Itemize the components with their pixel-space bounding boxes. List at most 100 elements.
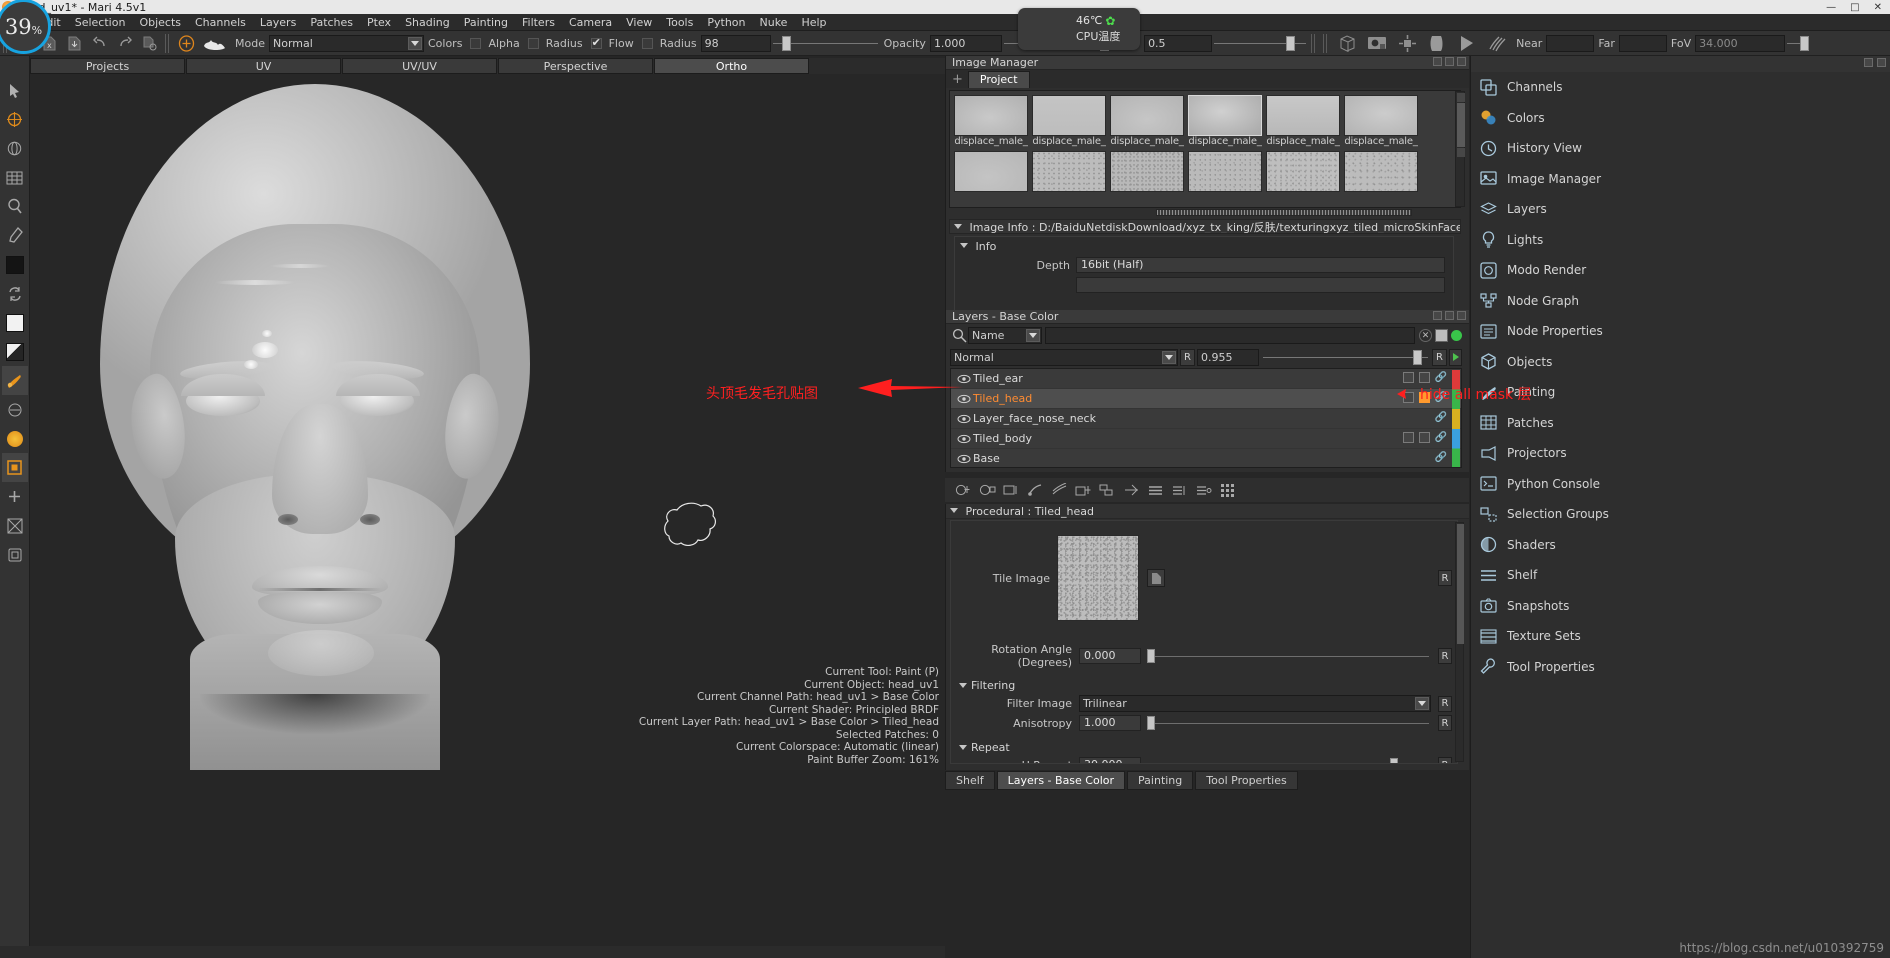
scroll-down-icon[interactable] xyxy=(1457,148,1465,157)
maximize-panel-icon[interactable] xyxy=(1445,311,1454,320)
image-cell-selected[interactable]: displace_male_ xyxy=(1188,95,1262,147)
layer-link-icon[interactable]: 🔗 xyxy=(1435,412,1447,423)
u-repeat-reset[interactable]: R xyxy=(1438,757,1452,763)
scrollbar-thumb[interactable] xyxy=(1457,524,1464,644)
menu-python[interactable]: Python xyxy=(700,14,752,31)
layer-row[interactable]: Tiled_body 🔗 xyxy=(951,429,1461,449)
brush-tip-icon[interactable] xyxy=(200,33,230,54)
layer-blend-mode-dropdown[interactable]: Normal xyxy=(950,348,1178,366)
anisotropy-slider[interactable] xyxy=(1147,715,1429,731)
close-panel-icon[interactable] xyxy=(1457,311,1466,320)
scrollbar-thumb[interactable] xyxy=(1457,103,1465,147)
palette-item-tool-properties[interactable]: Tool Properties xyxy=(1471,652,1890,683)
menu-shading[interactable]: Shading xyxy=(398,14,457,31)
add-group-icon[interactable] xyxy=(1049,480,1070,500)
layer-list-icon[interactable] xyxy=(1145,480,1166,500)
3d-viewport[interactable]: Current Tool: Paint (P) Current Object: … xyxy=(30,74,945,770)
tab-tool-properties[interactable]: Tool Properties xyxy=(1195,771,1298,790)
image-cell[interactable] xyxy=(1110,151,1184,192)
viewport-tab-projects[interactable]: Projects xyxy=(30,58,185,74)
paint-through-icon[interactable] xyxy=(2,395,28,424)
image-cell[interactable]: displace_male_ xyxy=(954,95,1028,147)
image-cell[interactable]: displace_male_ xyxy=(1344,95,1418,147)
layer-name[interactable]: Base xyxy=(973,452,1000,465)
background-swatch[interactable] xyxy=(2,308,28,337)
close-panel-icon[interactable] xyxy=(1877,58,1886,67)
image-cell[interactable]: displace_male_ xyxy=(1266,95,1340,147)
minimize-button[interactable]: — xyxy=(1826,2,1836,13)
tab-shelf[interactable]: Shelf xyxy=(945,771,995,790)
layer-opacity-slider[interactable] xyxy=(1263,349,1428,366)
flow-checkbox[interactable] xyxy=(590,36,602,49)
layer-visibility-icon[interactable] xyxy=(955,414,973,424)
layer-visibility-icon[interactable] xyxy=(955,454,973,464)
light-shade-icon[interactable] xyxy=(1453,33,1481,54)
gradient-swatch[interactable] xyxy=(2,337,28,366)
add-tab-icon[interactable]: + xyxy=(950,72,968,88)
radius-checkbox[interactable] xyxy=(527,37,539,49)
image-cell[interactable] xyxy=(1188,151,1262,192)
palette-item-texture-sets[interactable]: Texture Sets xyxy=(1471,621,1890,652)
transform-layer-icon[interactable] xyxy=(1121,480,1142,500)
toolbar-grip-2[interactable] xyxy=(165,33,171,53)
eyedropper-icon[interactable] xyxy=(2,221,28,250)
anisotropy-input[interactable]: 1.000 xyxy=(1079,715,1141,731)
redo-icon[interactable] xyxy=(113,33,136,54)
u-repeat-input[interactable]: 30.000 xyxy=(1079,757,1141,763)
blend-mode-dropdown[interactable]: Normal xyxy=(268,34,424,52)
image-thumbnail[interactable] xyxy=(1344,95,1418,136)
swap-colors-icon[interactable] xyxy=(2,279,28,308)
flow-slider[interactable] xyxy=(1214,35,1307,52)
layer-list[interactable]: Tiled_ear 🔗 Tiled_head 🔗 Layer_face_nose… xyxy=(950,368,1462,468)
image-thumbnail[interactable] xyxy=(1188,95,1262,136)
palettes-window-buttons[interactable] xyxy=(1864,58,1886,67)
pan-orbit-icon[interactable] xyxy=(2,134,28,163)
layer-link-icon[interactable]: 🔗 xyxy=(1435,432,1447,443)
play-icon[interactable] xyxy=(1449,348,1462,366)
procedural-scrollbar[interactable] xyxy=(1455,522,1464,762)
menu-help[interactable]: Help xyxy=(794,14,833,31)
layers-panel-window-buttons[interactable] xyxy=(1433,311,1466,320)
palette-item-node-graph[interactable]: Node Graph xyxy=(1471,286,1890,317)
palette-item-lights[interactable]: Lights xyxy=(1471,225,1890,256)
fov-input[interactable]: 34.000 xyxy=(1695,34,1786,52)
add-paint-layer-icon[interactable] xyxy=(953,480,974,500)
menu-selection[interactable]: Selection xyxy=(68,14,133,31)
palette-item-channels[interactable]: Channels xyxy=(1471,72,1890,103)
alpha-checkbox[interactable] xyxy=(470,37,482,49)
image-info-header[interactable]: Image Info : D:/BaiduNetdiskDownload/xyz… xyxy=(949,219,1461,234)
add-layer-icon[interactable] xyxy=(2,482,28,511)
viewport-tab-uv-uv[interactable]: UV/UV xyxy=(342,58,497,74)
shaded-icon[interactable] xyxy=(1363,33,1391,54)
image-thumbnail[interactable] xyxy=(1344,151,1418,192)
palette-item-modo-render[interactable]: Modo Render xyxy=(1471,255,1890,286)
menu-view[interactable]: View xyxy=(619,14,659,31)
collapse-triangle-icon[interactable] xyxy=(959,745,967,750)
grid-view-icon[interactable] xyxy=(1217,480,1238,500)
filter-toggle-icon[interactable] xyxy=(1435,329,1448,342)
image-grid-horizontal-scrollbar[interactable] xyxy=(1156,209,1412,216)
maximize-button[interactable]: □ xyxy=(1850,2,1859,13)
image-thumbnail[interactable] xyxy=(1266,95,1340,136)
color-wheel-icon[interactable] xyxy=(2,424,28,453)
chevron-down-icon[interactable] xyxy=(407,36,422,50)
image-thumbnail[interactable] xyxy=(954,151,1028,192)
menu-tools[interactable]: Tools xyxy=(659,14,700,31)
image-cell[interactable] xyxy=(1032,151,1106,192)
maximize-panel-icon[interactable] xyxy=(1445,57,1454,66)
blank-value[interactable] xyxy=(1076,277,1445,293)
radius-input[interactable]: 98 xyxy=(700,34,771,52)
palette-item-layers[interactable]: Layers xyxy=(1471,194,1890,225)
palette-item-history-view[interactable]: History View xyxy=(1471,133,1890,164)
zoom-magnifier-icon[interactable] xyxy=(2,192,28,221)
rotation-angle-input[interactable]: 0.000 xyxy=(1079,648,1141,664)
toolbar-grip-3[interactable] xyxy=(1311,33,1318,53)
palette-item-node-properties[interactable]: Node Properties xyxy=(1471,316,1890,347)
tab-painting[interactable]: Painting xyxy=(1127,771,1194,790)
gizmo-icon[interactable] xyxy=(1393,33,1421,54)
repeat-group-header[interactable]: Repeat xyxy=(951,731,1457,754)
undo-icon[interactable] xyxy=(88,33,111,54)
opacity-input[interactable]: 1.000 xyxy=(929,34,1002,52)
paint-buffer-icon[interactable] xyxy=(1,453,28,482)
palette-item-projectors[interactable]: Projectors xyxy=(1471,438,1890,469)
